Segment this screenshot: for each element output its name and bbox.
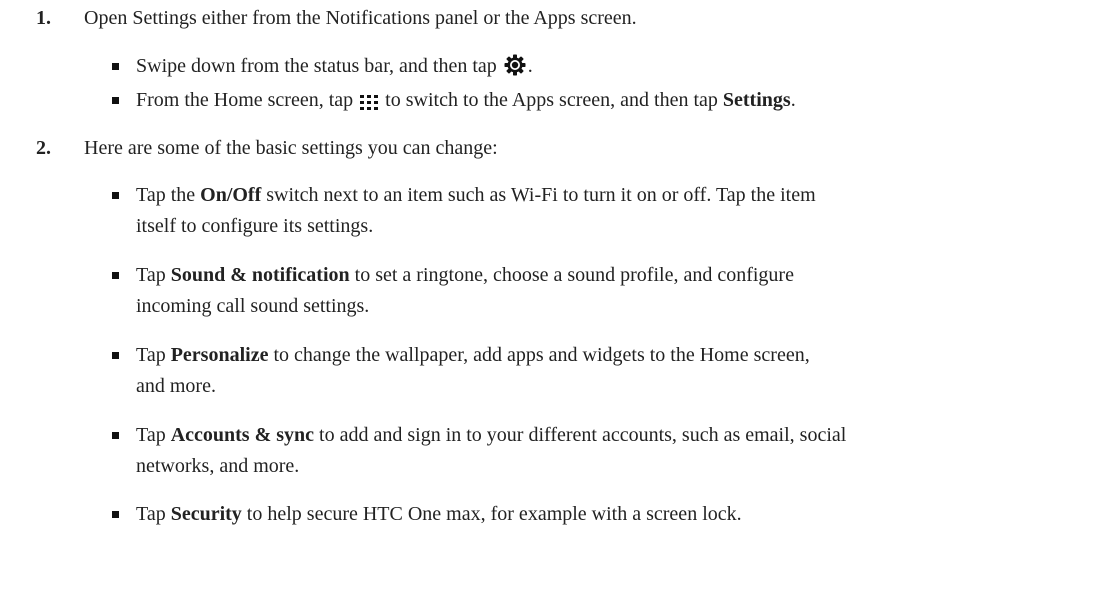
- step-text: Open Settings either from the Notificati…: [84, 7, 637, 29]
- apps-grid-icon: [360, 89, 379, 120]
- bullet-marker: [112, 63, 119, 70]
- bullet-marker: [112, 511, 119, 518]
- bullet-marker: [112, 97, 119, 104]
- bold-term: Accounts & sync: [170, 424, 315, 446]
- bullet-marker: [112, 272, 119, 279]
- bold-term: Sound & notification: [170, 264, 350, 286]
- step-number: 1.: [36, 7, 51, 29]
- bold-term: On/Off: [200, 184, 262, 206]
- bold-term: Security: [170, 503, 242, 525]
- bold-term: Personalize: [170, 344, 269, 366]
- step-text: Here are some of the basic settings you …: [84, 137, 498, 159]
- document: 1. Open Settings either from the Notific…: [0, 0, 1116, 602]
- bullet-marker: [112, 192, 119, 199]
- bullet-marker: [112, 352, 119, 359]
- bullet-text: Swipe down from the status bar, and then…: [136, 55, 497, 77]
- bullet-text: From the Home screen, tap: [136, 89, 354, 111]
- step-number: 2.: [36, 137, 51, 159]
- bullet-marker: [112, 432, 119, 439]
- bold-term: Settings: [722, 89, 791, 111]
- settings-gear-icon: [504, 54, 526, 86]
